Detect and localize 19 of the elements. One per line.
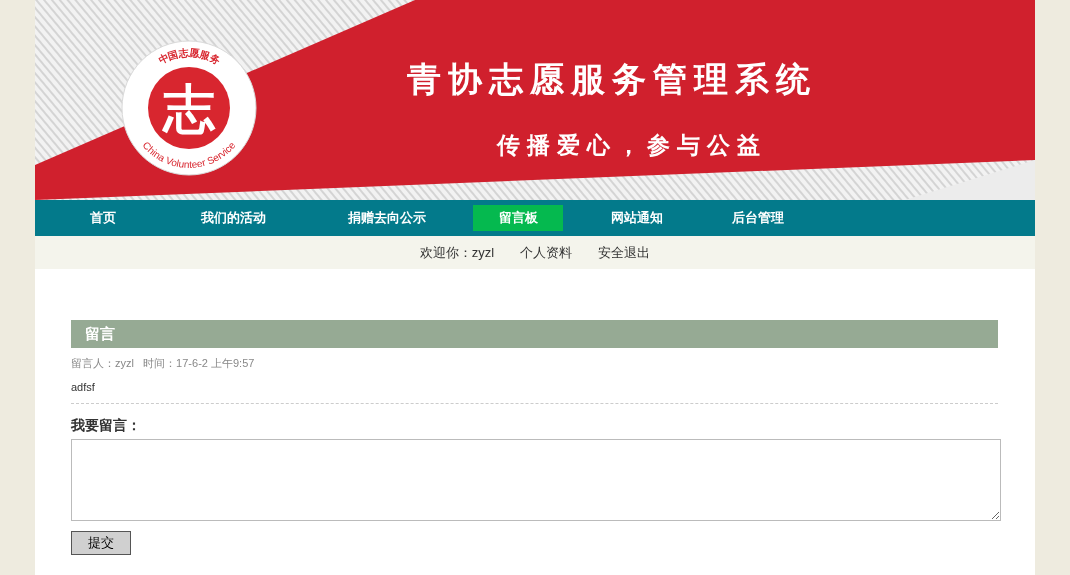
nav-tab[interactable]: 我们的活动 bbox=[166, 205, 301, 231]
section-title: 留言 bbox=[85, 323, 115, 344]
site-title: 青协志愿服务管理系统 bbox=[407, 62, 817, 96]
nav-tab[interactable]: 首页 bbox=[55, 205, 150, 231]
logo-top-text: 中国志愿服务 bbox=[156, 46, 222, 66]
welcome-text: 欢迎你：zyzl bbox=[419, 243, 495, 262]
slogan: 传播爱心，参与公益 bbox=[497, 134, 767, 157]
message-meta: 留言人：zyzl 时间：17-6-2 上午9:57 bbox=[71, 356, 256, 371]
user-link[interactable]: 个人资料 bbox=[520, 242, 573, 263]
message-input[interactable] bbox=[71, 439, 1001, 521]
nav-tab[interactable]: 留言板 bbox=[473, 205, 563, 231]
logo-character: 志 bbox=[163, 80, 215, 138]
nav-tab[interactable]: 后台管理 bbox=[710, 205, 805, 231]
submit-button[interactable]: 提交 bbox=[71, 531, 131, 555]
message-body: adfsf bbox=[71, 379, 96, 395]
form-label: 我要留言： bbox=[71, 416, 142, 435]
user-link[interactable]: 安全退出 bbox=[598, 242, 651, 263]
nav-tab[interactable]: 网站通知 bbox=[579, 205, 694, 231]
nav-tab[interactable]: 捐赠去向公示 bbox=[317, 205, 457, 231]
